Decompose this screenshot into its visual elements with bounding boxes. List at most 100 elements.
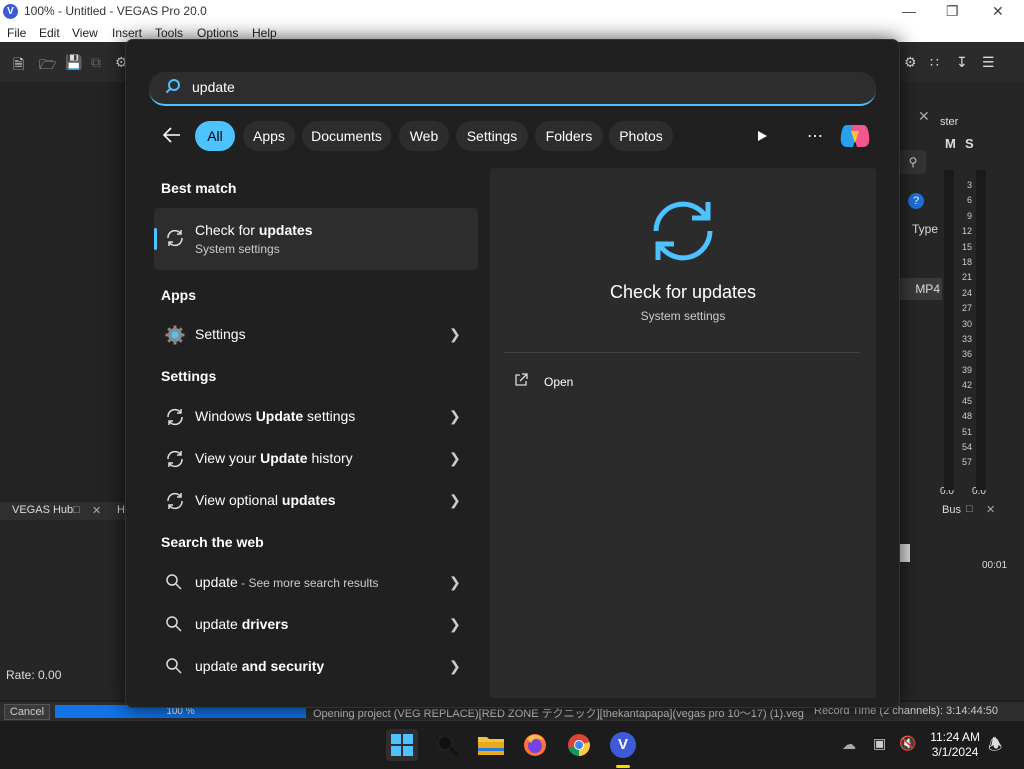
best-match-heading: Best match [161, 180, 237, 196]
label-part: - See more search results [237, 576, 379, 590]
tab-second[interactable]: H [117, 504, 125, 516]
format-cell[interactable]: MP4 [898, 278, 942, 300]
meter-left [944, 170, 954, 490]
label-part: settings [303, 408, 356, 424]
open-action[interactable]: Open [544, 375, 573, 389]
downmix-icon[interactable]: ↧ [956, 54, 968, 71]
rate-label: Rate: 0.00 [6, 668, 62, 682]
firefox-button[interactable] [519, 729, 551, 761]
copilot-icon[interactable] [839, 121, 871, 151]
filter-folders[interactable]: Folders [535, 121, 603, 151]
start-button[interactable] [386, 729, 418, 761]
web-result-update-drivers[interactable]: update drivers ❯ [154, 604, 478, 644]
filter-all[interactable]: All [195, 121, 235, 151]
search-input[interactable]: update [192, 79, 235, 95]
help-icon[interactable]: ? [908, 193, 924, 209]
db-tick: 12 [961, 226, 972, 237]
bus-close-icon[interactable]: ✕ [986, 503, 995, 516]
menu-help[interactable]: Help [252, 26, 277, 40]
vegas-taskbar-button[interactable]: V [607, 729, 639, 768]
file-explorer-button[interactable] [475, 729, 507, 761]
tab-undock-icon[interactable]: □ [73, 504, 80, 516]
filter-web[interactable]: Web [399, 121, 449, 151]
web-result-update-security[interactable]: update and security ❯ [154, 646, 478, 686]
lower-right-panel: Bus □ ✕ 00:01 [898, 502, 1024, 700]
render-icon[interactable]: ⧉ [91, 54, 101, 71]
best-match-item[interactable]: Check for updates System settings [154, 208, 478, 270]
tab-vegas-hub[interactable]: VEGAS Hub [12, 504, 73, 516]
filter-photos[interactable]: Photos [609, 121, 673, 151]
hub-tab-bar: VEGAS Hub □ ✕ H [0, 502, 130, 520]
settings-heading: Settings [161, 368, 217, 384]
meter-right [976, 170, 986, 490]
db-tick: 51 [961, 426, 972, 437]
menu-options[interactable]: Options [197, 26, 238, 40]
more-filters-play-icon[interactable] [756, 130, 768, 142]
label-bold: and security [241, 658, 325, 674]
app-result-settings[interactable]: Settings ❯ [154, 314, 478, 354]
db-tick: 21 [961, 272, 972, 283]
db-tick: 27 [961, 303, 972, 314]
new-file-icon[interactable]: 🗎 [13, 54, 24, 78]
label-bold: Update [255, 408, 304, 424]
chevron-right-icon: ❯ [449, 658, 461, 674]
notification-bell-icon[interactable]: 🕭 [988, 734, 1002, 761]
result-label: update and security [195, 658, 324, 674]
db-tick: 39 [961, 364, 972, 375]
sync-icon [167, 492, 183, 510]
filter-apps[interactable]: Apps [243, 121, 295, 151]
sync-icon [167, 450, 183, 468]
menu-insert[interactable]: Insert [112, 26, 142, 40]
taskbar: V ☁ ▣ 🔇 11:24 AM 3/1/2024 🕭 [0, 720, 1024, 769]
more-options-icon[interactable]: ⋯ [807, 126, 824, 146]
start-search-panel: update All Apps Documents Web Settings F… [125, 39, 900, 708]
maximize-button[interactable]: ❐ [946, 3, 959, 20]
menu-tools[interactable]: Tools [155, 26, 183, 40]
settings-result-update-history[interactable]: View your Update history ❯ [154, 438, 478, 478]
search-box[interactable]: update [149, 72, 876, 106]
fx-icon[interactable]: ∷ [930, 54, 939, 71]
back-arrow-icon[interactable] [162, 126, 182, 144]
chrome-button[interactable] [563, 729, 595, 761]
menu-file[interactable]: File [7, 26, 26, 40]
settings-result-optional-updates[interactable]: View optional updates ❯ [154, 480, 478, 520]
settings-result-windows-update[interactable]: Windows Update settings ❯ [154, 396, 478, 436]
solo-button[interactable]: S [965, 136, 974, 151]
clock-date: 3/1/2024 [931, 745, 979, 759]
result-label: update - See more search results [195, 574, 379, 590]
label-part: Windows [195, 408, 256, 424]
tab-close-icon[interactable]: ✕ [92, 504, 101, 517]
type-column-header: Type [912, 222, 939, 236]
bus-tab[interactable]: Bus [942, 504, 961, 516]
menu-view[interactable]: View [72, 26, 98, 40]
detail-pane: Check for updates System settings Open [490, 168, 876, 698]
result-label: update drivers [195, 616, 288, 632]
filter-documents[interactable]: Documents [302, 121, 391, 151]
search-taskbar-button[interactable] [431, 729, 463, 761]
firefox-icon [524, 734, 546, 756]
network-icon[interactable]: ▣ [873, 735, 886, 752]
mute-button[interactable]: M [945, 136, 956, 151]
mixer-settings-icon[interactable]: ☰ [982, 54, 995, 71]
search-icon [165, 79, 180, 94]
settings-app-icon [165, 325, 185, 345]
minimize-button[interactable]: — [902, 3, 916, 19]
bus-undock-icon[interactable]: □ [966, 503, 973, 515]
save-icon[interactable]: 💾 [65, 54, 82, 71]
label-part: update [195, 658, 242, 674]
web-result-see-more[interactable]: update - See more search results ❯ [154, 562, 478, 602]
open-folder-icon[interactable]: 🗁 [39, 54, 56, 78]
clock[interactable]: 11:24 AM 3/1/2024 [930, 730, 980, 760]
volume-muted-icon[interactable]: 🔇 [899, 735, 916, 752]
label-part: update [195, 616, 242, 632]
label-bold: Update [260, 450, 308, 466]
master-close-icon[interactable]: ✕ [918, 108, 930, 125]
mixer-gear-icon[interactable]: ⚙ [904, 54, 917, 71]
explorer-search-icon[interactable]: ⚲ [900, 150, 926, 174]
menu-edit[interactable]: Edit [39, 26, 60, 40]
open-external-icon[interactable] [514, 373, 528, 387]
cancel-button[interactable]: Cancel [4, 704, 50, 720]
close-button[interactable]: ✕ [992, 3, 1004, 20]
filter-settings[interactable]: Settings [456, 121, 528, 151]
cloud-offline-icon[interactable]: ☁ [842, 736, 856, 753]
